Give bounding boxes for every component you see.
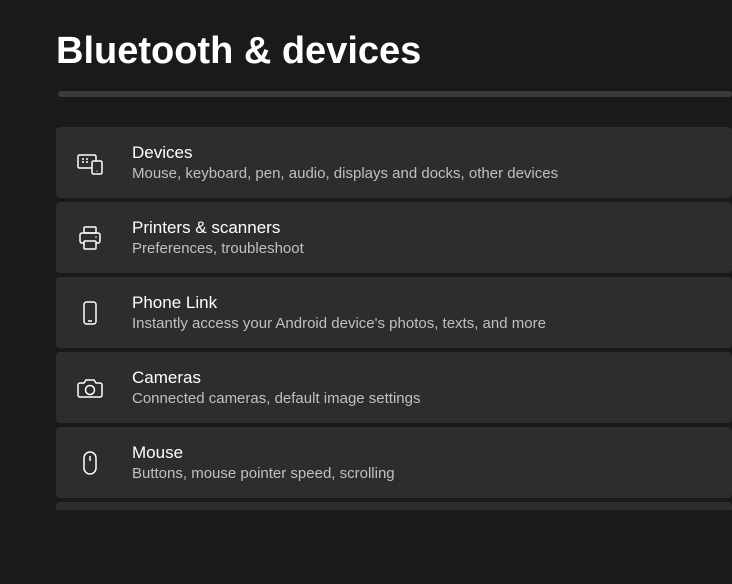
settings-item-mouse[interactable]: Mouse Buttons, mouse pointer speed, scro…: [56, 427, 732, 498]
item-text: Mouse Buttons, mouse pointer speed, scro…: [132, 443, 395, 482]
printer-icon: [76, 224, 104, 252]
item-subtitle: Instantly access your Android device's p…: [132, 315, 546, 332]
settings-item-printers[interactable]: Printers & scanners Preferences, trouble…: [56, 202, 732, 273]
settings-item-devices[interactable]: Devices Mouse, keyboard, pen, audio, dis…: [56, 127, 732, 198]
item-subtitle: Preferences, troubleshoot: [132, 240, 304, 257]
settings-item-cameras[interactable]: Cameras Connected cameras, default image…: [56, 352, 732, 423]
phone-icon: [76, 299, 104, 327]
item-text: Printers & scanners Preferences, trouble…: [132, 218, 304, 257]
item-subtitle: Buttons, mouse pointer speed, scrolling: [132, 465, 395, 482]
item-text: Phone Link Instantly access your Android…: [132, 293, 546, 332]
camera-icon: [76, 374, 104, 402]
settings-list: Devices Mouse, keyboard, pen, audio, dis…: [56, 127, 732, 510]
item-title: Cameras: [132, 368, 421, 388]
item-title: Mouse: [132, 443, 395, 463]
item-subtitle: Connected cameras, default image setting…: [132, 390, 421, 407]
settings-item-partial[interactable]: [56, 502, 732, 510]
section-divider: [58, 91, 732, 97]
devices-icon: [76, 149, 104, 177]
item-title: Printers & scanners: [132, 218, 304, 238]
mouse-icon: [76, 449, 104, 477]
item-title: Devices: [132, 143, 558, 163]
item-title: Phone Link: [132, 293, 546, 313]
item-text: Cameras Connected cameras, default image…: [132, 368, 421, 407]
page-title: Bluetooth & devices: [56, 0, 732, 91]
settings-item-phone-link[interactable]: Phone Link Instantly access your Android…: [56, 277, 732, 348]
item-subtitle: Mouse, keyboard, pen, audio, displays an…: [132, 165, 558, 182]
item-text: Devices Mouse, keyboard, pen, audio, dis…: [132, 143, 558, 182]
